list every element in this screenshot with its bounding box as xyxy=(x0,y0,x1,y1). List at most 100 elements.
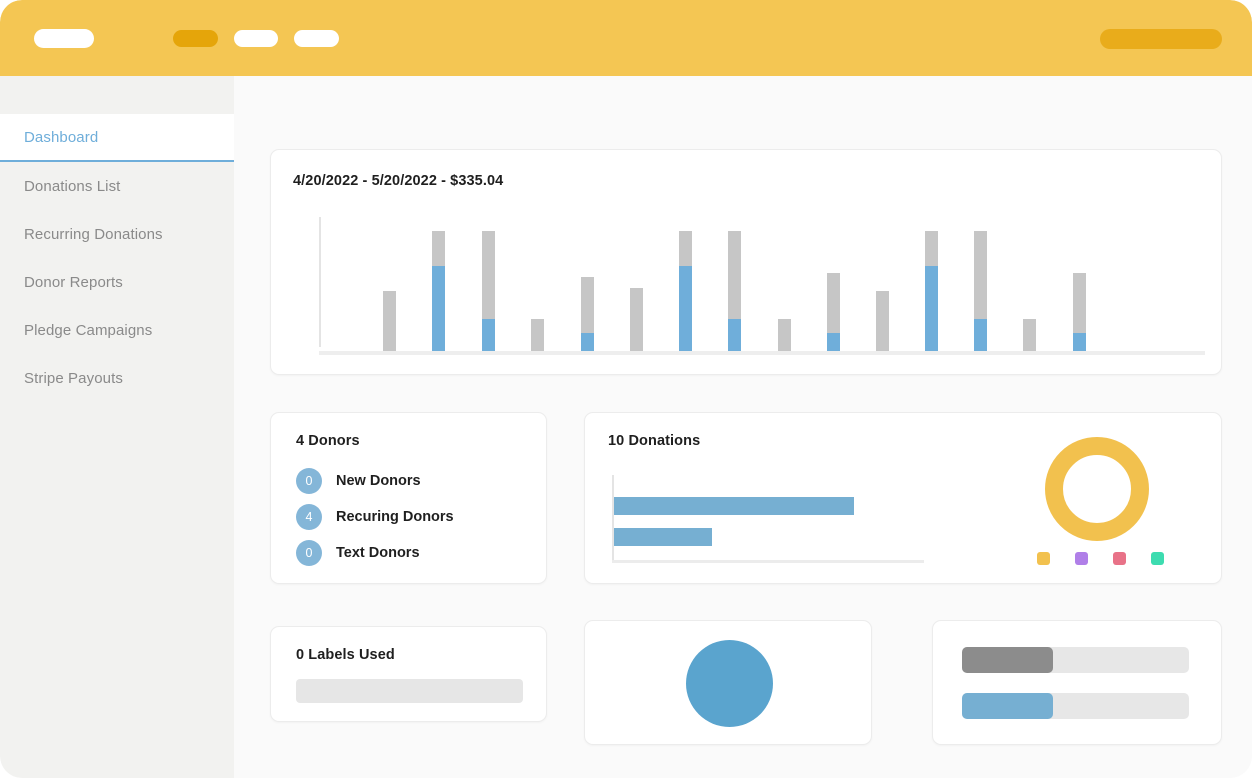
trend-bar-donation-segment xyxy=(581,333,594,351)
legend-swatch-yellow[interactable] xyxy=(1037,552,1050,565)
donut-chart-legend xyxy=(1037,552,1189,565)
donations-hbar xyxy=(614,528,712,546)
logo-pill[interactable] xyxy=(34,29,94,48)
trend-bar-total-segment xyxy=(383,291,396,351)
donor-row-recurring[interactable]: 4 Recuring Donors xyxy=(296,499,454,535)
trend-bar-total-segment xyxy=(827,273,840,333)
sidebar-item-label: Donor Reports xyxy=(24,273,123,291)
trend-bar xyxy=(531,319,544,351)
progress-bar-grey xyxy=(962,647,1189,673)
sidebar-item-label: Dashboard xyxy=(24,128,99,146)
labels-used-card: 0 Labels Used xyxy=(270,626,547,722)
sidebar-item-donor-reports[interactable]: Donor Reports xyxy=(0,258,234,306)
chart-x-axis xyxy=(319,351,1205,355)
main-content: 4/20/2022 - 5/20/2022 - $335.04 4 Donors… xyxy=(234,76,1252,778)
trend-bar xyxy=(482,231,495,351)
donor-count-badge: 0 xyxy=(296,540,322,566)
sidebar-item-donations-list[interactable]: Donations List xyxy=(0,162,234,210)
sidebar: Dashboard Donations List Recurring Donat… xyxy=(0,76,234,778)
trend-bar-total-segment xyxy=(679,231,692,266)
progress-bar-blue-fill xyxy=(962,693,1053,719)
trend-bar-donation-segment xyxy=(432,266,445,351)
nav-pill-3[interactable] xyxy=(294,30,339,47)
trend-bar xyxy=(679,231,692,351)
donations-summary-card: 10 Donations xyxy=(584,412,1222,584)
donor-count-badge: 4 xyxy=(296,504,322,530)
blue-circle-graphic xyxy=(686,640,773,727)
donor-row-new[interactable]: 0 New Donors xyxy=(296,463,454,499)
trend-bar-total-segment xyxy=(531,319,544,351)
progress-bar-grey-fill xyxy=(962,647,1053,673)
trend-card-title: 4/20/2022 - 5/20/2022 - $335.04 xyxy=(293,173,504,189)
donations-card-title: 10 Donations xyxy=(608,433,701,449)
donations-hbar xyxy=(614,497,854,515)
top-navigation-bar xyxy=(0,0,1252,76)
hbar-y-axis xyxy=(612,475,614,563)
trend-bar-donation-segment xyxy=(974,319,987,351)
donation-trend-card: 4/20/2022 - 5/20/2022 - $335.04 xyxy=(270,149,1222,375)
donor-row-text[interactable]: 0 Text Donors xyxy=(296,535,454,571)
circle-metric-card xyxy=(584,620,872,745)
donation-trend-chart xyxy=(319,217,1205,355)
trend-bar-total-segment xyxy=(925,231,938,266)
trend-bar xyxy=(778,319,791,351)
trend-bar xyxy=(1073,273,1086,351)
donors-card-title: 4 Donors xyxy=(296,433,360,449)
trend-bar xyxy=(876,291,889,351)
legend-swatch-purple[interactable] xyxy=(1075,552,1088,565)
donor-row-label: Text Donors xyxy=(336,545,420,561)
progress-bar-blue xyxy=(962,693,1189,719)
sidebar-nav-list: Dashboard Donations List Recurring Donat… xyxy=(0,114,234,402)
progress-metrics-card xyxy=(932,620,1222,745)
trend-bar xyxy=(974,231,987,351)
sidebar-item-label: Recurring Donations xyxy=(24,225,163,243)
trend-bar xyxy=(925,231,938,351)
donors-summary-card: 4 Donors 0 New Donors 4 Recuring Donors … xyxy=(270,412,547,584)
legend-swatch-pink[interactable] xyxy=(1113,552,1126,565)
trend-bar-total-segment xyxy=(432,231,445,266)
trend-bar-total-segment xyxy=(728,231,741,319)
donations-donut-chart xyxy=(1045,437,1149,541)
trend-bar-total-segment xyxy=(482,231,495,319)
account-pill[interactable] xyxy=(1100,29,1222,49)
trend-bar-total-segment xyxy=(581,277,594,333)
sidebar-item-pledge-campaigns[interactable]: Pledge Campaigns xyxy=(0,306,234,354)
nav-pill-2[interactable] xyxy=(234,30,278,47)
trend-bar xyxy=(1023,319,1036,351)
trend-bar-donation-segment xyxy=(827,333,840,351)
donations-breakdown-chart xyxy=(612,475,924,563)
trend-bar-donation-segment xyxy=(728,319,741,351)
trend-bar xyxy=(432,231,445,351)
trend-bar xyxy=(827,273,840,351)
trend-bar-donation-segment xyxy=(679,266,692,351)
trend-bar-donation-segment xyxy=(1073,333,1086,351)
labels-card-title: 0 Labels Used xyxy=(296,647,395,663)
sidebar-item-recurring-donations[interactable]: Recurring Donations xyxy=(0,210,234,258)
donor-count-badge: 0 xyxy=(296,468,322,494)
sidebar-item-dashboard[interactable]: Dashboard xyxy=(0,114,234,162)
trend-bar-donation-segment xyxy=(482,319,495,351)
hbar-x-axis xyxy=(612,560,924,563)
labels-usage-bar xyxy=(296,679,523,703)
chart-y-axis xyxy=(319,217,321,347)
sidebar-item-label: Pledge Campaigns xyxy=(24,321,153,339)
donors-breakdown-list: 0 New Donors 4 Recuring Donors 0 Text Do… xyxy=(296,463,454,571)
nav-pill-active[interactable] xyxy=(173,30,218,47)
trend-bar-donation-segment xyxy=(925,266,938,351)
donor-row-label: New Donors xyxy=(336,473,421,489)
trend-bar xyxy=(581,277,594,351)
trend-bar-total-segment xyxy=(974,231,987,319)
trend-bar-total-segment xyxy=(630,288,643,351)
trend-bar xyxy=(630,288,643,351)
trend-bar-total-segment xyxy=(1023,319,1036,351)
donor-row-label: Recuring Donors xyxy=(336,509,454,525)
sidebar-item-label: Donations List xyxy=(24,177,121,195)
trend-bar-total-segment xyxy=(778,319,791,351)
trend-bar-total-segment xyxy=(1073,273,1086,333)
trend-bar-total-segment xyxy=(876,291,889,351)
trend-bar xyxy=(728,231,741,351)
legend-swatch-teal[interactable] xyxy=(1151,552,1164,565)
sidebar-item-stripe-payouts[interactable]: Stripe Payouts xyxy=(0,354,234,402)
sidebar-item-label: Stripe Payouts xyxy=(24,369,123,387)
app-window: Dashboard Donations List Recurring Donat… xyxy=(0,0,1252,778)
